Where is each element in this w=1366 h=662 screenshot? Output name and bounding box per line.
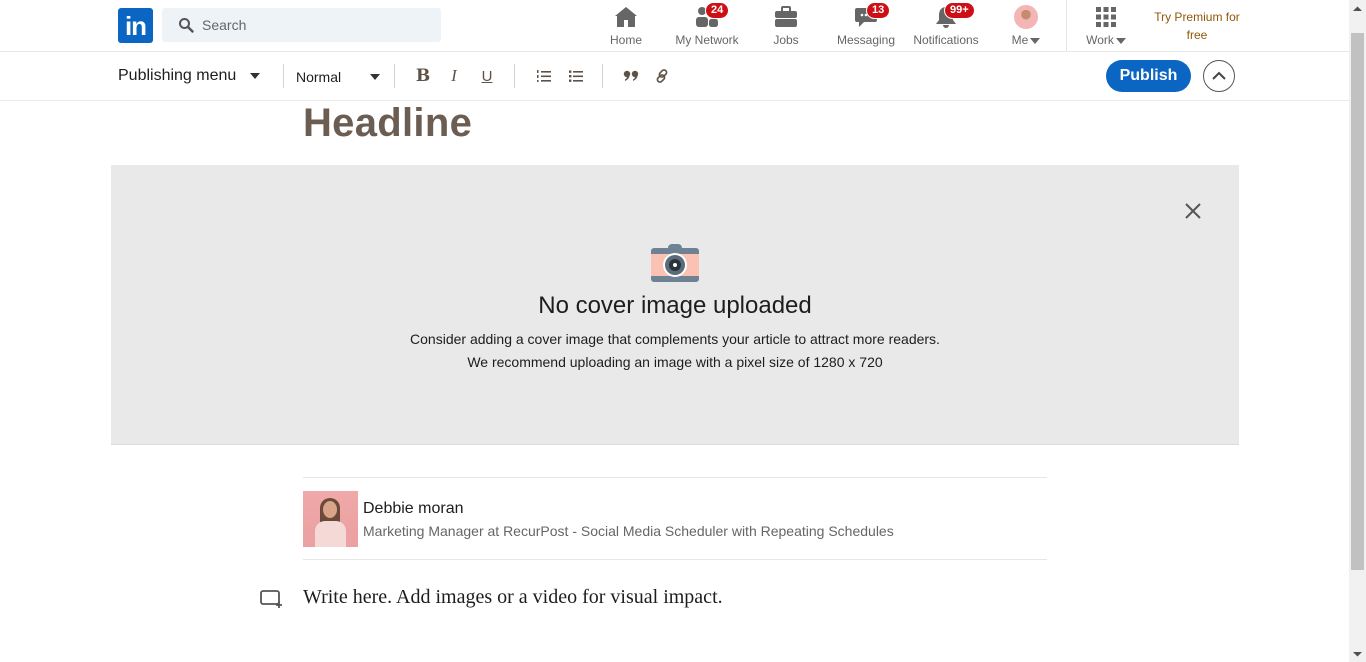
search-bar[interactable] — [162, 8, 441, 42]
premium-line-1: Try Premium for — [1154, 10, 1240, 24]
global-nav: in Home 24 My Network — [0, 0, 1349, 52]
nav-home[interactable]: Home — [606, 0, 646, 52]
numbered-list-button[interactable] — [533, 65, 555, 87]
author-name[interactable]: Debbie moran — [363, 500, 464, 518]
chevron-down-icon — [1030, 37, 1041, 44]
publishing-menu-label: Publishing menu — [118, 67, 237, 84]
nav-messaging[interactable]: 13 Messaging — [836, 0, 896, 52]
nav-my-network-label: My Network — [675, 33, 739, 47]
nav-jobs[interactable]: Jobs — [771, 0, 801, 52]
close-icon — [1185, 203, 1201, 219]
network-badge: 24 — [705, 2, 730, 19]
nav-notifications-label: Notifications — [913, 33, 979, 47]
nav-me[interactable]: Me — [1008, 0, 1044, 52]
text-style-select[interactable]: Normal — [296, 69, 380, 85]
nav-messaging-label: Messaging — [836, 33, 896, 47]
nav-home-label: Home — [609, 33, 642, 47]
premium-line-2: free — [1186, 28, 1208, 42]
camera-icon — [651, 244, 699, 282]
scroll-down-button[interactable] — [1349, 645, 1366, 662]
cover-description-2: We recommend uploading an image with a p… — [467, 354, 883, 370]
vertical-scrollbar[interactable] — [1349, 0, 1366, 662]
quote-button[interactable] — [620, 65, 642, 87]
text-style-value: Normal — [296, 69, 342, 85]
collapse-toolbar-button[interactable] — [1203, 60, 1235, 92]
numbered-list-icon — [537, 70, 551, 82]
cover-image-area[interactable]: No cover image uploaded Consider adding … — [111, 165, 1239, 445]
nav-jobs-label: Jobs — [773, 33, 799, 47]
editor-toolbar: Publishing menu Normal B I U Publish — [0, 52, 1349, 101]
nav-work-text: Work — [1086, 33, 1114, 47]
briefcase-icon — [775, 6, 797, 27]
toolbar-divider — [283, 64, 284, 88]
headline-input[interactable]: Headline — [303, 101, 472, 146]
try-premium-link[interactable]: Try Premium for free — [1145, 8, 1249, 44]
search-input[interactable] — [202, 17, 422, 33]
toolbar-divider — [514, 64, 515, 88]
scroll-up-button[interactable] — [1349, 0, 1366, 17]
linkedin-logo[interactable]: in — [118, 8, 153, 43]
publishing-menu-dropdown[interactable]: Publishing menu — [118, 67, 261, 85]
bold-button[interactable]: B — [412, 65, 434, 87]
arrow-down-icon — [1353, 651, 1362, 656]
cover-title: No cover image uploaded — [538, 292, 812, 319]
italic-button[interactable]: I — [443, 65, 465, 87]
bulleted-list-icon — [569, 70, 583, 82]
nav-my-network[interactable]: 24 My Network — [672, 0, 742, 52]
close-cover-button[interactable] — [1181, 199, 1205, 223]
add-media-icon — [260, 590, 282, 608]
cover-description-1: Consider adding a cover image that compl… — [410, 331, 940, 347]
search-icon — [179, 18, 194, 33]
publish-button[interactable]: Publish — [1106, 60, 1191, 92]
article-body-input[interactable]: Write here. Add images or a video for vi… — [303, 586, 723, 609]
nav-divider — [1066, 0, 1067, 52]
apps-grid-icon — [1096, 7, 1116, 27]
notifications-badge: 99+ — [944, 2, 975, 19]
toolbar-divider — [602, 64, 603, 88]
nav-notifications[interactable]: 99+ Notifications — [911, 0, 981, 52]
insert-media-button[interactable] — [260, 589, 284, 609]
author-avatar[interactable] — [303, 491, 358, 547]
author-card: Debbie moran Marketing Manager at RecurP… — [303, 477, 1047, 560]
nav-me-label: Me — [1012, 33, 1041, 47]
bulleted-list-button[interactable] — [565, 65, 587, 87]
nav-me-text: Me — [1011, 33, 1029, 47]
author-headline: Marketing Manager at RecurPost - Social … — [363, 523, 894, 539]
chevron-down-icon — [250, 73, 261, 79]
toolbar-divider — [394, 64, 395, 88]
chevron-down-icon — [1115, 37, 1126, 44]
underline-button[interactable]: U — [476, 65, 498, 87]
messaging-badge: 13 — [866, 2, 891, 19]
home-icon — [615, 7, 637, 27]
scrollbar-thumb[interactable] — [1351, 33, 1364, 570]
link-icon — [656, 69, 668, 83]
nav-work-label: Work — [1086, 33, 1126, 47]
avatar — [1014, 5, 1038, 29]
chevron-down-icon — [370, 74, 380, 80]
arrow-up-icon — [1353, 6, 1362, 11]
nav-work[interactable]: Work — [1083, 0, 1129, 52]
quote-icon — [623, 70, 639, 81]
chevron-up-icon — [1212, 71, 1226, 80]
link-button[interactable] — [651, 65, 673, 87]
